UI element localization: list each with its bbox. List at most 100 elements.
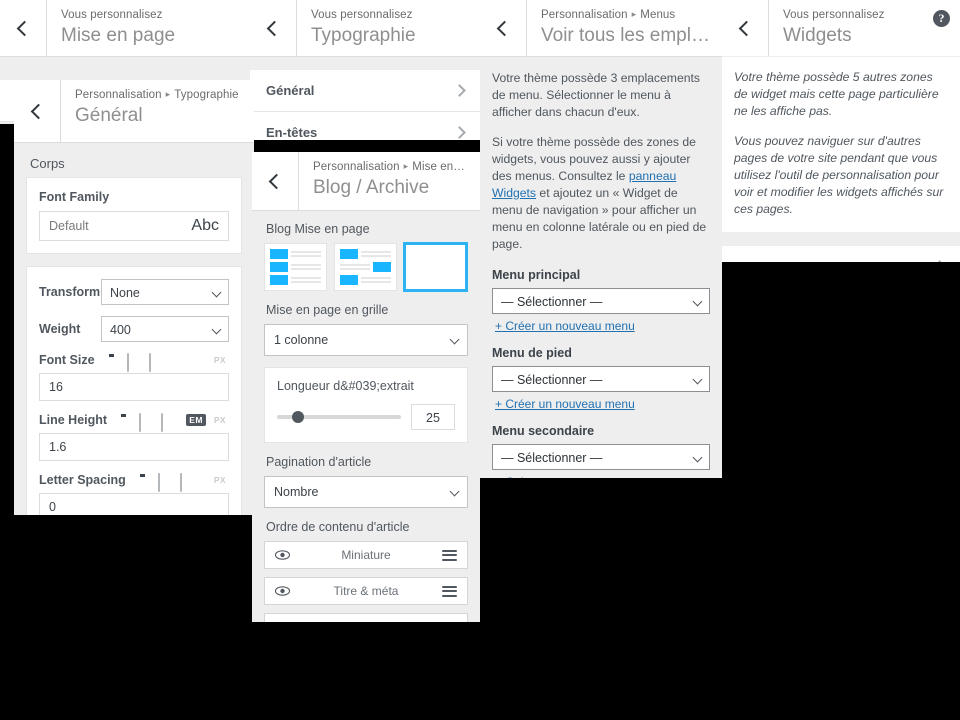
back-button-typographie[interactable] bbox=[250, 0, 297, 56]
chevron-down-icon bbox=[692, 374, 703, 385]
chevron-right-icon bbox=[453, 126, 466, 139]
create-new-menu-link[interactable]: + Créer un nouveau menu bbox=[495, 475, 635, 478]
chevron-down-icon bbox=[211, 324, 222, 335]
blog-layout-label: Blog Mise en page bbox=[266, 222, 370, 236]
content-order-label: Ordre de contenu d'article bbox=[266, 520, 410, 534]
menu-location-label: Menu secondaire bbox=[492, 424, 595, 438]
panel-title-block: Personnalisation▸Mise en page Blog / Arc… bbox=[299, 152, 480, 210]
chevron-left-icon bbox=[738, 20, 755, 36]
desktop-icon[interactable] bbox=[105, 354, 118, 367]
weight-value: 400 bbox=[110, 323, 131, 337]
panel-spacer bbox=[722, 232, 960, 246]
panel-widgets: Vous personnalisez Widgets ? Votre thème… bbox=[722, 0, 960, 262]
mobile-icon[interactable] bbox=[179, 472, 193, 492]
desktop-icon[interactable] bbox=[117, 414, 130, 427]
menus-paragraph-2: Si votre thème possède des zones de widg… bbox=[492, 134, 710, 253]
transform-select[interactable]: None bbox=[101, 279, 229, 305]
menu-location-value: — Sélectionner — bbox=[501, 373, 603, 387]
slider-thumb[interactable] bbox=[291, 411, 304, 423]
back-button-mise-en-page[interactable] bbox=[0, 0, 47, 56]
breadcrumb: Personnalisation▸Mise en page bbox=[313, 160, 468, 175]
breadcrumb-root: Personnalisation bbox=[313, 161, 400, 173]
unit-px[interactable]: PX bbox=[211, 354, 229, 366]
line-height-row: Line Height EM PX bbox=[39, 412, 229, 432]
back-button-menus[interactable] bbox=[480, 0, 527, 56]
customizer-stage: Vous personnalisez Mise en page Conteneu… bbox=[0, 0, 960, 720]
letter-spacing-input[interactable] bbox=[39, 493, 229, 515]
back-button-widgets[interactable] bbox=[722, 0, 769, 56]
menu-location-select[interactable]: — Sélectionner — bbox=[492, 444, 710, 470]
tablet-icon[interactable] bbox=[157, 472, 171, 492]
chevron-right-icon bbox=[933, 260, 946, 262]
panel-header-general: Personnalisation ▸ Typographie Général bbox=[14, 80, 254, 142]
mobile-icon[interactable] bbox=[148, 352, 162, 372]
menu-location-select[interactable]: — Sélectionner — bbox=[492, 366, 710, 392]
excerpt-length-value[interactable]: 25 bbox=[411, 404, 455, 430]
chevron-down-icon bbox=[449, 486, 460, 497]
menu-location-value: — Sélectionner — bbox=[501, 295, 603, 309]
sidebar-item-en-tetes[interactable]: En-têtes bbox=[250, 112, 480, 140]
unit-px[interactable]: PX bbox=[211, 414, 229, 426]
pagination-select[interactable]: Nombre bbox=[264, 476, 468, 508]
unit-em[interactable]: EM bbox=[186, 414, 206, 426]
sidebar-item-label: En-têtes bbox=[266, 125, 318, 140]
breadcrumb-separator-icon: ▸ bbox=[165, 89, 171, 99]
menu-location-label: Menu de pied bbox=[492, 346, 572, 360]
breadcrumb-parent: Typographie bbox=[174, 89, 239, 101]
unit-px[interactable]: PX bbox=[211, 474, 229, 486]
panel-title-block: Vous personnalisez Widgets bbox=[769, 0, 960, 56]
layout-option-alternating[interactable] bbox=[334, 243, 397, 291]
layout-option-list[interactable] bbox=[264, 243, 327, 291]
panel-header-typographie: Vous personnalisez Typographie bbox=[250, 0, 480, 56]
panel-header-menus: Personnalisation ▸ Menus Voir tous les emp… bbox=[480, 0, 722, 56]
sidebar-item-general[interactable]: Général bbox=[250, 70, 480, 112]
device-switcher bbox=[136, 472, 193, 492]
panel-typographie: Vous personnalisez Typographie Général E… bbox=[250, 0, 480, 140]
breadcrumb-separator-icon: ▸ bbox=[403, 161, 409, 171]
desktop-icon[interactable] bbox=[136, 474, 149, 487]
letter-spacing-units: PX bbox=[211, 474, 229, 486]
drag-handle-icon[interactable] bbox=[442, 549, 457, 561]
excerpt-length-slider[interactable] bbox=[277, 411, 401, 423]
letter-spacing-label: Letter Spacing bbox=[39, 473, 126, 487]
panel-header-widgets: Vous personnalisez Widgets ? bbox=[722, 0, 960, 56]
back-button-general[interactable] bbox=[14, 80, 61, 142]
transform-label: Transform bbox=[39, 285, 101, 299]
chevron-left-icon bbox=[268, 173, 285, 189]
panel-title-block: Vous personnalisez Typographie bbox=[297, 0, 480, 56]
menu-location-principal: Menu principal — Sélectionner — + Créer … bbox=[480, 268, 722, 346]
list-item[interactable]: Miniature bbox=[264, 541, 468, 569]
panel-supertitle: Vous personnalisez bbox=[311, 9, 413, 21]
create-new-menu-link[interactable]: + Créer un nouveau menu bbox=[495, 397, 635, 411]
mobile-icon[interactable] bbox=[161, 412, 174, 432]
chevron-left-icon bbox=[16, 20, 33, 36]
eye-icon[interactable] bbox=[275, 550, 290, 560]
menus-paragraph-1: Votre thème possède 3 emplacements de me… bbox=[492, 71, 700, 119]
line-height-input[interactable] bbox=[39, 433, 229, 461]
drag-handle-icon[interactable] bbox=[442, 585, 457, 597]
layout-option-grid[interactable] bbox=[404, 243, 467, 291]
blog-layout-options bbox=[252, 243, 480, 291]
drag-handle-icon[interactable] bbox=[442, 621, 457, 622]
chevron-left-icon bbox=[266, 20, 283, 36]
grid-layout-select[interactable]: 1 colonne bbox=[264, 324, 468, 356]
back-button-blog[interactable] bbox=[252, 152, 299, 210]
sidebar-item-barre[interactable]: Barre bbox=[722, 246, 960, 262]
eye-icon[interactable] bbox=[275, 586, 290, 596]
tablet-icon[interactable] bbox=[139, 412, 152, 432]
tablet-icon[interactable] bbox=[126, 352, 140, 372]
chevron-right-icon bbox=[453, 84, 466, 97]
help-icon[interactable]: ? bbox=[933, 10, 950, 27]
menu-location-select[interactable]: — Sélectionner — bbox=[492, 288, 710, 314]
list-item[interactable]: Titre & méta bbox=[264, 577, 468, 605]
chevron-down-icon bbox=[211, 287, 222, 298]
letter-spacing-row: Letter Spacing PX bbox=[39, 472, 229, 492]
font-family-select[interactable]: Default Abc bbox=[39, 211, 229, 241]
font-size-input[interactable] bbox=[39, 373, 229, 401]
chevron-left-icon bbox=[496, 20, 513, 36]
weight-select[interactable]: 400 bbox=[101, 316, 229, 342]
pagination-label: Pagination d'article bbox=[266, 455, 372, 469]
create-new-menu-link[interactable]: + Créer un nouveau menu bbox=[495, 319, 635, 333]
menu-location-value: — Sélectionner — bbox=[501, 451, 603, 465]
list-item[interactable]: Extrait bbox=[264, 613, 468, 622]
